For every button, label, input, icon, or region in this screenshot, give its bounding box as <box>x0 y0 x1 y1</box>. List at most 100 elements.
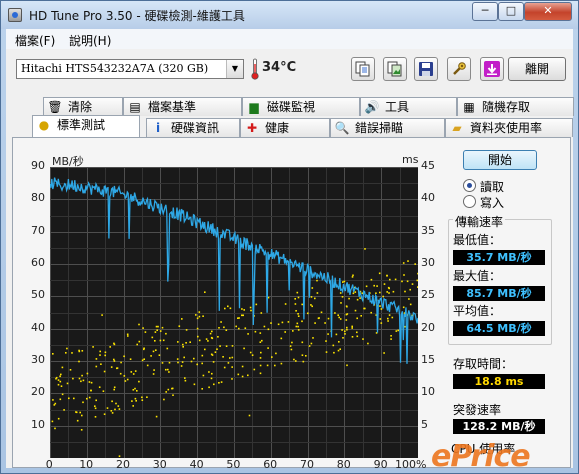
tab-file-benchmark[interactable]: ▤ 檔案基準 <box>123 97 242 116</box>
access-time-point <box>291 341 293 344</box>
access-time-point <box>99 350 101 353</box>
write-label[interactable]: 寫入 <box>480 194 504 211</box>
options-button[interactable] <box>447 57 471 81</box>
access-time-point <box>198 339 201 342</box>
access-time-point <box>271 356 273 358</box>
access-time-point <box>207 340 209 342</box>
access-time-point <box>231 345 234 347</box>
access-time-point <box>338 316 340 319</box>
right-tick-label: 35 <box>421 223 435 237</box>
access-time-point <box>388 292 390 294</box>
tab-health[interactable]: ✚ 健康 <box>240 118 330 137</box>
access-time-point <box>380 308 383 310</box>
access-time-point <box>201 354 204 357</box>
access-time-point <box>75 411 78 414</box>
access-time-point <box>86 397 88 400</box>
tab-label: 工具 <box>385 100 410 114</box>
tab-folder-usage[interactable]: ▰ 資料夾使用率 <box>445 118 573 137</box>
tools-icon: 🔊 <box>364 100 380 114</box>
tab-error-scan[interactable]: 🔍 錯誤掃瞄 <box>330 118 445 137</box>
access-time-point <box>54 427 56 430</box>
access-time-point <box>229 357 231 359</box>
app-window: HD Tune Pro 3.50 - 硬碟檢測-維護工具 ─ □ ✕ 檔案(F)… <box>0 0 579 474</box>
access-time-point <box>354 309 357 312</box>
close-button[interactable]: ✕ <box>524 2 572 21</box>
tab-erase[interactable]: 🗑 清除 <box>43 97 123 116</box>
tab-random-access[interactable]: ▦ 隨機存取 <box>457 97 574 116</box>
tab-label: 錯誤掃瞄 <box>355 121 404 135</box>
access-time-point <box>344 330 346 333</box>
access-time-point <box>80 429 83 431</box>
folder-usage-icon: ▰ <box>452 121 462 135</box>
tab-benchmark[interactable]: ● 標準測試 <box>32 115 140 137</box>
access-time-point <box>356 335 359 338</box>
read-label[interactable]: 讀取 <box>480 178 504 195</box>
access-time-point <box>241 314 243 317</box>
save-button[interactable] <box>414 57 438 81</box>
access-time-point <box>106 407 109 409</box>
maximize-button[interactable]: □ <box>498 2 524 21</box>
access-time-point <box>201 362 203 365</box>
minimize-button[interactable]: ─ <box>472 2 498 21</box>
access-time-point <box>339 318 342 320</box>
access-time-point <box>214 351 217 353</box>
access-time-point <box>243 309 245 311</box>
access-time-point <box>52 353 54 355</box>
access-time-point <box>307 312 309 315</box>
access-time-point <box>182 343 184 346</box>
tab-tools[interactable]: 🔊 工具 <box>360 97 457 116</box>
access-time-point <box>159 330 162 332</box>
access-time-point <box>72 377 74 380</box>
access-time-point <box>66 347 68 350</box>
copy-text-button[interactable] <box>351 57 375 81</box>
menu-help[interactable]: 說明(H) <box>69 32 111 49</box>
access-time-point <box>185 329 188 331</box>
access-time-point <box>351 327 353 329</box>
exit-button[interactable]: 離開 <box>508 57 566 81</box>
chevron-down-icon[interactable]: ▼ <box>226 60 243 78</box>
access-time-point <box>176 358 179 360</box>
access-time-point <box>95 365 98 368</box>
access-time-point <box>244 327 247 329</box>
access-time-point <box>95 358 98 360</box>
download-button[interactable] <box>480 57 504 81</box>
access-time-point <box>356 317 358 320</box>
access-time-point <box>218 327 220 329</box>
menu-file[interactable]: 檔案(F) <box>15 32 55 49</box>
access-time-point <box>204 291 206 293</box>
access-time-point <box>177 341 179 343</box>
access-time-point <box>397 329 399 332</box>
tab-disk-info[interactable]: i 硬碟資訊 <box>146 118 240 137</box>
access-time-point <box>116 367 118 370</box>
access-time-point <box>388 314 391 316</box>
access-time-point <box>141 399 144 401</box>
access-time-point <box>403 274 405 276</box>
access-time-point <box>115 402 117 405</box>
access-time-point <box>94 407 97 410</box>
title-bar[interactable]: HD Tune Pro 3.50 - 硬碟檢測-維護工具 ─ □ ✕ <box>1 1 578 29</box>
access-time-point <box>241 375 244 378</box>
drive-select[interactable]: Hitachi HTS543232A7A (320 GB) ▼ <box>16 59 244 79</box>
access-time-point <box>266 364 269 367</box>
access-time-point <box>86 372 89 375</box>
copy-screenshot-button[interactable] <box>383 57 407 81</box>
access-time-point <box>165 368 167 371</box>
access-time-point <box>346 364 348 367</box>
access-time-point <box>360 315 362 317</box>
tab-disk-monitor[interactable]: ▆ 磁碟監視 <box>242 97 360 116</box>
copy-screenshot-icon <box>387 61 402 77</box>
start-button[interactable]: 開始 <box>463 150 537 170</box>
access-time-point <box>90 381 93 384</box>
access-time-point <box>261 339 263 342</box>
access-time-point <box>99 354 101 356</box>
access-time-point <box>351 325 353 328</box>
access-time-point <box>382 295 384 298</box>
read-radio[interactable] <box>463 179 476 192</box>
access-time-point <box>395 330 398 332</box>
write-radio[interactable] <box>463 195 476 208</box>
access-time-point <box>118 455 121 457</box>
access-time-point <box>123 355 125 358</box>
right-tick-label: 40 <box>421 191 435 205</box>
right-tick-label: 15 <box>421 353 435 366</box>
access-time-point <box>409 303 412 306</box>
